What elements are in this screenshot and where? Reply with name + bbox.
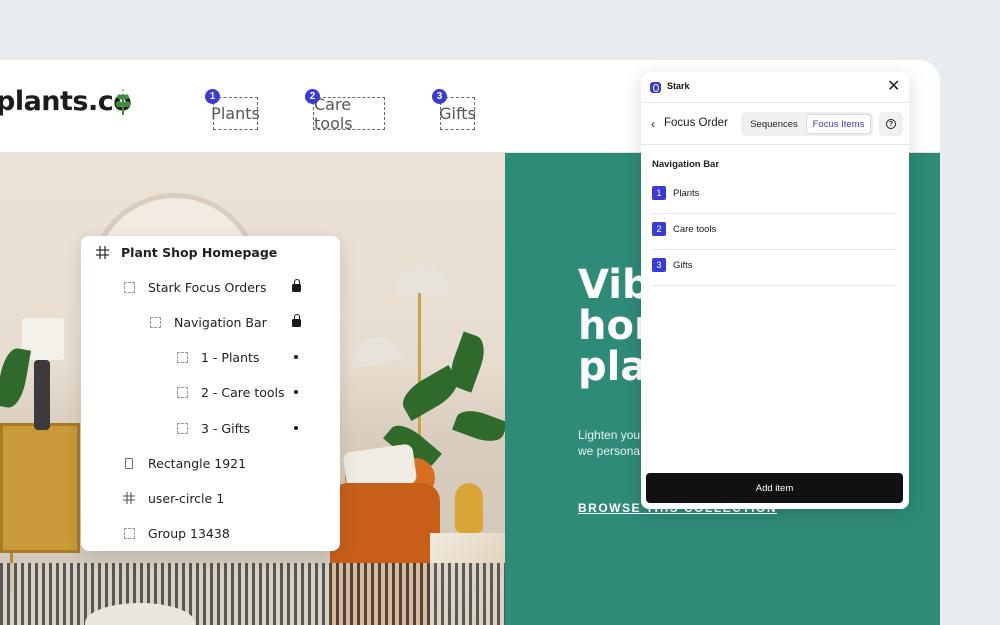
dot-icon [294, 426, 298, 430]
layer-row[interactable]: 2 - Care tools [175, 382, 332, 402]
floor-lamp-shade-lower [348, 333, 402, 369]
layer-label: Stark Focus Orders [148, 279, 267, 295]
layers-panel: Plant Shop Homepage Stark Focus Orders N… [81, 236, 340, 551]
close-icon[interactable]: ✕ [887, 78, 900, 96]
group-icon [122, 280, 136, 294]
stark-subheader: ‹ Focus Order Sequences Focus Items ? [641, 103, 909, 145]
focus-item-label: Gifts [673, 260, 693, 271]
stark-titlebar: Stark ✕ [641, 72, 909, 103]
focus-item[interactable]: 3 Gifts [652, 250, 896, 286]
stark-panel: Stark ✕ ‹ Focus Order Sequences Focus It… [641, 72, 909, 509]
layer-row[interactable]: 3 - Gifts [175, 418, 332, 438]
focus-number-badge: 1 [652, 186, 666, 200]
layer-label: user-circle 1 [148, 490, 225, 506]
plant-leaf [452, 405, 505, 447]
hero-subtitle-line: Lighten you [578, 428, 641, 442]
layer-label: Plant Shop Homepage [121, 244, 278, 260]
nav-label: Care tools [314, 94, 353, 133]
group-icon [122, 526, 136, 540]
layer-row[interactable]: Plant Shop Homepage [95, 242, 277, 262]
group-icon [175, 421, 189, 435]
group-icon [175, 385, 189, 399]
focus-item-label: Care tools [673, 224, 717, 235]
nav-item-care-tools[interactable]: Care tools [313, 94, 385, 133]
nav-item-gifts[interactable]: Gifts [439, 97, 476, 130]
table-lamp-base [34, 360, 50, 430]
layer-label: Group 13438 [148, 525, 230, 541]
focus-order-title[interactable]: Focus Order [664, 117, 728, 129]
tab-switcher: Sequences Focus Items [741, 112, 873, 136]
frame-icon [95, 245, 109, 259]
nav-label: Plants [211, 104, 260, 123]
dot-icon [294, 355, 298, 359]
help-icon: ? [886, 119, 896, 129]
leaf-logo-icon [115, 89, 131, 115]
focus-number-badge: 3 [652, 258, 666, 272]
focus-badge: 2 [305, 89, 320, 104]
cabinet-decoration [0, 423, 80, 553]
tab-sequences[interactable]: Sequences [743, 114, 805, 134]
layer-label: 3 - Gifts [201, 420, 251, 436]
nav-label: Gifts [439, 104, 476, 123]
focus-badge: 1 [205, 89, 220, 104]
group-icon [175, 350, 189, 364]
plant-leaf [0, 346, 32, 410]
hero-subtitle-line: we persona [578, 444, 641, 458]
help-button[interactable]: ? [879, 112, 903, 136]
layer-row[interactable]: Rectangle 1921 [122, 453, 246, 473]
tab-focus-items[interactable]: Focus Items [806, 114, 871, 134]
focus-number-badge: 2 [652, 222, 666, 236]
rug [0, 563, 505, 625]
layer-label: 1 - Plants [201, 349, 260, 365]
section-title: Navigation Bar [652, 159, 720, 170]
focus-badge: 3 [432, 89, 447, 104]
gold-vase [455, 483, 483, 533]
lock-icon[interactable] [292, 314, 301, 327]
layer-label: 2 - Care tools [201, 384, 285, 400]
chevron-left-icon[interactable]: ‹ [651, 117, 655, 131]
focus-item[interactable]: 1 Plants [652, 178, 896, 214]
layer-row[interactable]: user-circle 1 [122, 488, 224, 508]
layer-row[interactable]: Group 13438 [122, 523, 230, 543]
hero-subtitle: Lighten you we persona [578, 427, 640, 459]
stark-logo-icon [650, 82, 661, 93]
layer-row[interactable]: 1 - Plants [175, 347, 332, 367]
nav-item-plants[interactable]: Plants [211, 97, 260, 130]
layer-row[interactable]: Stark Focus Orders [122, 277, 332, 297]
layer-row[interactable]: Navigation Bar [148, 312, 332, 332]
floor-lamp-shade [393, 266, 449, 296]
focus-item[interactable]: 2 Care tools [652, 214, 896, 250]
group-icon [148, 315, 162, 329]
lock-icon[interactable] [292, 279, 301, 292]
add-item-button[interactable]: Add item [646, 473, 903, 503]
layer-label: Navigation Bar [174, 314, 267, 330]
focus-item-label: Plants [673, 188, 700, 199]
stark-app-name: Stark [667, 81, 690, 91]
layer-label: Rectangle 1921 [148, 455, 247, 471]
dot-icon [294, 390, 298, 394]
frame-icon [122, 491, 136, 505]
rectangle-icon [122, 456, 136, 470]
